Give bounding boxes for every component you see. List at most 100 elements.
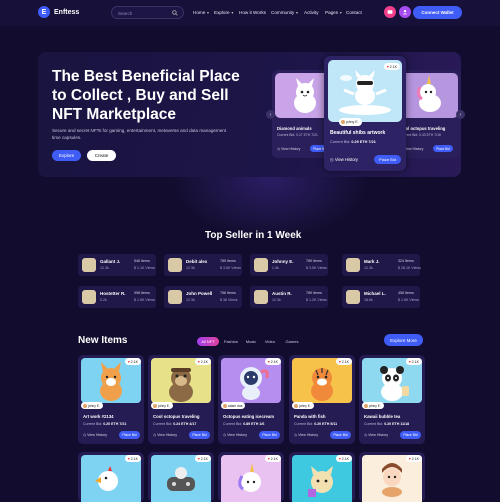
seller-card[interactable]: Mark J. 12.3k 324 Items $ 28.1K Views (342, 254, 421, 276)
seller-card[interactable]: John Powell 12.3k 756 Items $ 36 Views (164, 286, 242, 308)
nft-card[interactable]: ♥ 2.1K (78, 452, 144, 502)
nav-activity-label: Activity (304, 10, 319, 15)
seller-items: 756 Items (220, 291, 236, 295)
likes-badge[interactable]: ♥ 2.1K (194, 455, 211, 462)
owner-badge[interactable]: johny E. (362, 402, 384, 409)
view-history-link[interactable]: ◷ View History (330, 157, 358, 162)
seller-card[interactable]: Austin R. 12.3k 789 Items $ 1.2K Views (250, 286, 328, 308)
chevron-down-icon: ▼ (230, 10, 235, 15)
nft-card[interactable]: ♥ 2.1K (148, 452, 214, 502)
seller-card[interactable]: Gallant J. 12.3k 546 Items $ 1.1K Views (78, 254, 156, 276)
nft-card[interactable]: ♥ 2.1K (289, 452, 355, 502)
nft-image (292, 455, 352, 502)
seller-eth: 0.2k (100, 298, 107, 302)
likes-badge[interactable]: ♥ 2.1K (405, 455, 422, 462)
hero-description: Secure and secret NFTs for gaming, enter… (52, 128, 227, 140)
explore-more-button[interactable]: Explore More (384, 334, 423, 346)
search-icon[interactable] (172, 10, 178, 16)
chevron-left-icon[interactable]: ‹ (266, 110, 275, 119)
connect-wallet-button[interactable]: Connect Wallet (413, 6, 462, 19)
nft-card[interactable]: ♥ 2.1K adam das Octopus eating icecream C… (218, 355, 284, 444)
likes-badge[interactable]: ♥ 2.1K (124, 358, 141, 365)
seller-name: Michael L. (364, 291, 386, 296)
nft-image (221, 455, 281, 502)
heart-icon: ♥ (197, 359, 200, 364)
owner-badge[interactable]: johny E. (151, 402, 173, 409)
view-history-link[interactable]: ◷ View History (294, 433, 318, 437)
place-bid-button[interactable]: Place Bid (330, 431, 351, 439)
avatar (82, 258, 96, 272)
avatar (82, 290, 96, 304)
nft-card[interactable]: ♥ 2.1K johny E. Art work #2134 Current Bi… (78, 355, 144, 444)
avatar (346, 258, 360, 272)
seller-views: $ 1.5K Views (398, 298, 419, 302)
nav-pages[interactable]: Pages ▼ (325, 10, 343, 15)
place-bid-button[interactable]: Place Bid (189, 431, 210, 439)
nft-card[interactable]: ♥ 2.1K (359, 452, 425, 502)
view-history-link[interactable]: ◷ View History (223, 433, 247, 437)
likes-badge[interactable]: ♥ 2.1K (264, 358, 281, 365)
nav-how-it-works[interactable]: How it Works (239, 10, 266, 15)
nav-explore[interactable]: Explore ▼ (214, 10, 234, 15)
view-history-link[interactable]: ◷ View History (153, 433, 177, 437)
place-bid-button[interactable]: Place Bid (400, 431, 421, 439)
place-bid-button[interactable]: Place Bid (374, 155, 401, 164)
chevron-right-icon[interactable]: › (456, 110, 465, 119)
create-button[interactable]: Create (87, 150, 116, 161)
nft-image (151, 455, 211, 502)
filter-music[interactable]: Music (243, 337, 259, 346)
nav-contact[interactable]: Contact (346, 10, 362, 15)
owner-badge[interactable]: johny E. (292, 402, 314, 409)
top-header: E Enftess Home▼ Explore▼ How it Works Co… (0, 0, 500, 26)
owner-badge[interactable]: johny E. (339, 118, 362, 126)
explore-button[interactable]: Explore (52, 150, 81, 161)
nav-activity[interactable]: Activity (304, 10, 319, 15)
avatar (254, 290, 268, 304)
likes-badge[interactable]: ♥ 2.1K (335, 455, 352, 462)
hero-card-featured[interactable]: ♥ 2.1K johny E. Beautiful shibs artwork C… (324, 56, 406, 171)
nav-home[interactable]: Home ▼ (193, 10, 210, 15)
place-bid-button[interactable]: Place Bid (433, 145, 453, 152)
owner-badge[interactable]: adam das (221, 402, 246, 409)
owner-badge[interactable]: johny E. (81, 402, 103, 409)
card-title: Panda with fish (294, 414, 326, 419)
nft-card[interactable]: ♥ 2.1K johny E. Panda with fish Current B… (289, 355, 355, 444)
likes-badge[interactable]: ♥ 2.1K (383, 63, 400, 70)
brand-name: Enftess (54, 8, 80, 16)
search-input[interactable] (118, 8, 168, 18)
filter-all-nft[interactable]: All NFT (197, 337, 219, 346)
card-title: Cool octopus traveling (153, 414, 200, 419)
seller-views: $ 3.5K Views (220, 266, 241, 270)
view-history-link[interactable]: ◷ View History (277, 147, 300, 151)
seller-eth: 12.3k (100, 266, 109, 270)
likes-badge[interactable]: ♥ 2.1K (335, 358, 352, 365)
wallet-icon[interactable] (384, 6, 396, 18)
seller-card[interactable]: Debit alex 12.3k 789 Items $ 3.5K Views (164, 254, 242, 276)
filter-games[interactable]: Games (282, 337, 302, 346)
nft-card[interactable]: ♥ 2.1K johny E. Kawaii bubble tea Current… (359, 355, 425, 444)
likes-badge[interactable]: ♥ 2.1K (405, 358, 422, 365)
view-history-link[interactable]: ◷ View History (364, 433, 388, 437)
top-seller-title: Top Seller in 1 Week (205, 230, 302, 241)
likes-badge[interactable]: ♥ 2.1K (194, 358, 211, 365)
nft-card[interactable]: ♥ 2.1K johny E. Cool octopus traveling Cu… (148, 355, 214, 444)
place-bid-button[interactable]: Place Bid (259, 431, 280, 439)
view-history-link[interactable]: ◷ View History (83, 433, 107, 437)
seller-card[interactable]: Michael L. 18.6k 456 Items $ 1.5K Views (342, 286, 420, 308)
seller-name: Austin R. (272, 291, 292, 296)
seller-name: Debit alex (186, 259, 208, 264)
filter-fashion[interactable]: Fashion (221, 337, 241, 346)
seller-card[interactable]: Hostetter R. 0.2k 998 Items $ 1.5K Views (78, 286, 156, 308)
seller-card[interactable]: Johnny E. 1.3k 789 Items $ 3.5K Views (250, 254, 328, 276)
new-items-title: New Items (78, 335, 128, 346)
place-bid-button[interactable]: Place Bid (119, 431, 140, 439)
seller-views: $ 36 Views (220, 298, 238, 302)
user-icon[interactable] (399, 6, 411, 18)
filter-video[interactable]: Video (262, 337, 278, 346)
nav-community[interactable]: Community ▼ (271, 10, 299, 15)
likes-badge[interactable]: ♥ 2.1K (264, 455, 281, 462)
hero-title: The Best Beneficial Place to Collect , B… (52, 68, 240, 123)
nft-card[interactable]: ♥ 2.1K (218, 452, 284, 502)
likes-badge[interactable]: ♥ 2.1K (124, 455, 141, 462)
brand-logo[interactable]: E Enftess (38, 6, 79, 18)
